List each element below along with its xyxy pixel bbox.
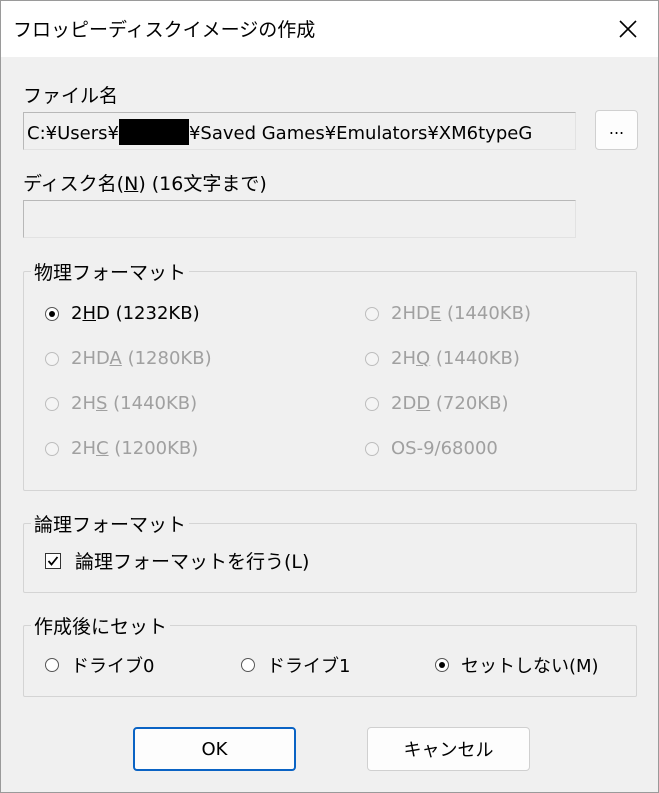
radio-drive1[interactable]: ドライブ1 xyxy=(241,652,350,678)
radio-2hc-label: 2HC (1200KB) xyxy=(71,438,199,459)
radio-drive0[interactable]: ドライブ0 xyxy=(45,652,154,678)
after-create-legend: 作成後にセット xyxy=(31,612,171,639)
disk-name-label-suffix: ) (16文字まで) xyxy=(138,173,267,195)
radio-2dd[interactable]: 2DD (720KB) xyxy=(365,393,508,414)
radio-2hda-dot xyxy=(45,351,59,366)
radio-2hq-label: 2HQ (1440KB) xyxy=(391,348,520,369)
browse-button[interactable]: ... xyxy=(595,110,638,150)
logical-format-checkbox-label: 論理フォーマットを行う(L) xyxy=(75,551,310,573)
radio-2hde[interactable]: 2HDE (1440KB) xyxy=(365,303,531,324)
radio-drive1-dot xyxy=(241,658,255,672)
window-title: フロッピーディスクイメージの作成 xyxy=(13,19,316,41)
radio-drive0-label: ドライブ0 xyxy=(71,656,155,677)
radio-2hd-label: 2HD (1232KB) xyxy=(71,303,200,324)
radio-2hda[interactable]: 2HDA (1280KB) xyxy=(45,348,212,369)
radio-2hq[interactable]: 2HQ (1440KB) xyxy=(365,348,520,369)
radio-drive1-label: ドライブ1 xyxy=(267,656,351,677)
ok-button-label: OK xyxy=(201,738,228,760)
radio-no-set[interactable]: セットしない(M) xyxy=(435,652,599,678)
disk-name-field[interactable] xyxy=(23,200,576,238)
disk-name-mnemonic: N xyxy=(124,173,139,195)
ok-button[interactable]: OK xyxy=(133,727,296,771)
close-button[interactable] xyxy=(598,1,658,57)
radio-2hs[interactable]: 2HS (1440KB) xyxy=(45,393,197,414)
radio-no-set-dot xyxy=(435,658,449,672)
radio-os9-label: OS-9/68000 xyxy=(391,438,498,459)
radio-2hc[interactable]: 2HC (1200KB) xyxy=(45,438,198,459)
close-icon xyxy=(619,20,637,38)
radio-2hde-label: 2HDE (1440KB) xyxy=(391,303,531,324)
disk-name-label: ディスク名(N) (16文字まで) xyxy=(23,169,267,196)
radio-2dd-label: 2DD (720KB) xyxy=(391,393,509,414)
radio-no-set-label: セットしない(M) xyxy=(461,656,599,677)
file-path-field[interactable]: C:¥Users¥ ¥Saved Games¥Emulators¥XM6typeG xyxy=(23,112,576,150)
radio-2hd-dot xyxy=(45,306,59,321)
floppy-image-dialog: フロッピーディスクイメージの作成 ファイル名 C:¥Users¥ ¥Saved G… xyxy=(0,0,659,793)
disk-name-label-prefix: ディスク名( xyxy=(23,173,125,195)
radio-2hda-label: 2HDA (1280KB) xyxy=(71,348,212,369)
cancel-button-label: キャンセル xyxy=(403,740,494,761)
browse-button-label: ... xyxy=(608,118,625,138)
redacted-username xyxy=(118,119,189,145)
radio-2hs-dot xyxy=(45,396,59,411)
cancel-button[interactable]: キャンセル xyxy=(367,727,530,771)
physical-format-legend: 物理フォーマット xyxy=(31,258,190,285)
radio-2hc-dot xyxy=(45,441,59,456)
file-name-label: ファイル名 xyxy=(23,85,119,107)
radio-drive0-dot xyxy=(45,658,59,672)
radio-2hq-dot xyxy=(365,351,379,366)
checkmark-icon xyxy=(47,555,59,566)
logical-format-checkbox[interactable]: 論理フォーマットを行う(L) xyxy=(45,547,309,574)
radio-2dd-dot xyxy=(365,396,379,411)
checkbox-box xyxy=(45,552,61,569)
file-path-suffix: ¥Saved Games¥Emulators¥XM6typeG xyxy=(188,123,533,144)
file-path-prefix: C:¥Users¥ xyxy=(27,123,119,144)
logical-format-legend: 論理フォーマット xyxy=(31,510,190,537)
radio-os9[interactable]: OS-9/68000 xyxy=(365,438,498,459)
radio-2hs-label: 2HS (1440KB) xyxy=(71,393,198,414)
radio-2hd[interactable]: 2HD (1232KB) xyxy=(45,303,200,324)
radio-2hde-dot xyxy=(365,306,379,321)
title-bar: フロッピーディスクイメージの作成 xyxy=(1,1,658,57)
radio-os9-dot xyxy=(365,441,379,456)
